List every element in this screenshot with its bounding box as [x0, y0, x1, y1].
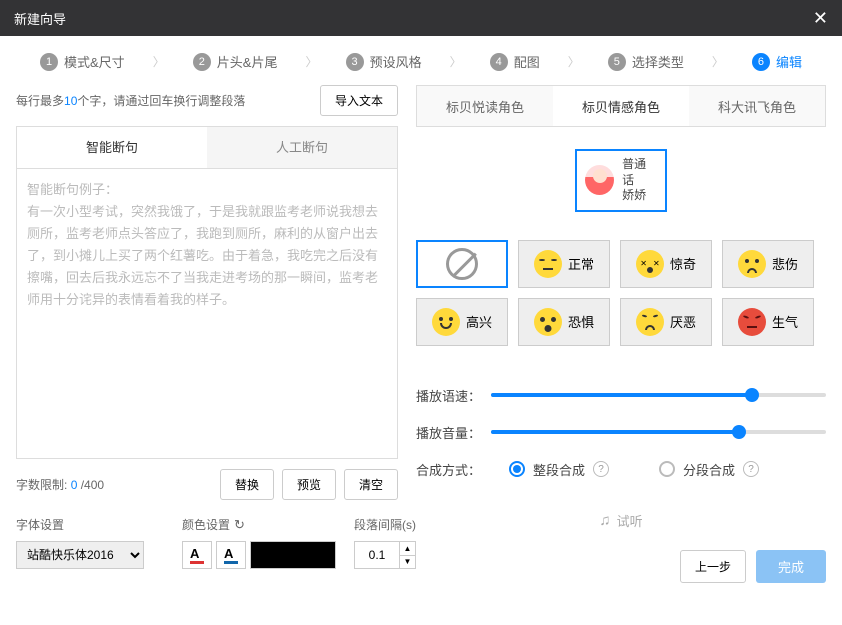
disgust-face-icon [636, 308, 664, 336]
import-text-button[interactable]: 导入文本 [320, 85, 398, 116]
step-2[interactable]: 2片头&片尾 [193, 52, 278, 71]
tab-manual-split[interactable]: 人工断句 [207, 127, 397, 168]
step-6[interactable]: 6编辑 [752, 52, 802, 71]
text-color-button-2[interactable]: A [216, 541, 246, 569]
angry-face-icon [738, 308, 766, 336]
emotion-sad[interactable]: 悲伤 [722, 240, 814, 288]
window-title: 新建向导 [14, 9, 66, 28]
emotion-surprise[interactable]: ✕✕惊奇 [620, 240, 712, 288]
volume-label: 播放音量： [416, 423, 481, 442]
voice-card-jiaojiao[interactable]: 普通话 娇娇 [575, 149, 667, 212]
spinner-down[interactable]: ▼ [400, 556, 415, 569]
step-1[interactable]: 1模式&尺寸 [40, 52, 125, 71]
clear-button[interactable]: 清空 [344, 469, 398, 500]
radio-icon [659, 461, 675, 477]
font-select[interactable]: 站酷快乐体2016 [16, 541, 144, 569]
tab-biaobei-emotion[interactable]: 标贝情感角色 [553, 86, 689, 126]
emotion-grid: 正常 ✕✕惊奇 悲伤 高兴 恐惧 厌恶 生气 [416, 240, 826, 346]
spinner-up[interactable]: ▲ [400, 542, 415, 556]
tab-iflytek[interactable]: 科大讯飞角色 [689, 86, 825, 126]
chevron-right-icon: 〉 [712, 53, 724, 70]
sad-face-icon [738, 250, 766, 278]
emotion-none[interactable] [416, 240, 508, 288]
radio-split-synth[interactable]: 分段合成? [659, 460, 759, 479]
surprise-face-icon: ✕✕ [636, 250, 664, 278]
paragraph-interval-label: 段落间隔(s) [354, 516, 416, 533]
speed-label: 播放语速： [416, 386, 481, 405]
wizard-steps: 1模式&尺寸 〉 2片头&片尾 〉 3预设风格 〉 4配图 〉 5选择类型 〉 6编辑 [0, 36, 842, 85]
emotion-normal[interactable]: 正常 [518, 240, 610, 288]
segmentation-tabs: 智能断句 人工断句 [16, 126, 398, 169]
preview-button[interactable]: 预览 [282, 469, 336, 500]
happy-face-icon [432, 308, 460, 336]
tab-smart-split[interactable]: 智能断句 [17, 127, 207, 168]
refresh-icon[interactable]: ↻ [234, 517, 245, 533]
step-5[interactable]: 5选择类型 [608, 52, 684, 71]
help-icon[interactable]: ? [593, 461, 609, 477]
finish-button[interactable]: 完成 [756, 550, 826, 583]
font-setting-label: 字体设置 [16, 516, 164, 533]
titlebar: 新建向导 ✕ [0, 0, 842, 36]
headphone-icon: ♫ [599, 512, 610, 529]
text-color-button[interactable]: A [182, 541, 212, 569]
text-input-area[interactable]: 智能断句例子： 有一次小型考试，突然我饿了，于是我就跟监考老师说我想去厕所，监考… [16, 169, 398, 459]
emotion-disgust[interactable]: 厌恶 [620, 298, 712, 346]
replace-button[interactable]: 替换 [220, 469, 274, 500]
emotion-happy[interactable]: 高兴 [416, 298, 508, 346]
step-4[interactable]: 4配图 [490, 52, 540, 71]
radio-icon [509, 461, 525, 477]
chevron-right-icon: 〉 [568, 53, 580, 70]
color-setting-label: 颜色设置 ↻ [182, 516, 336, 533]
synth-label: 合成方式： [416, 460, 481, 479]
emotion-fear[interactable]: 恐惧 [518, 298, 610, 346]
close-icon[interactable]: ✕ [813, 8, 828, 29]
chevron-right-icon: 〉 [306, 53, 318, 70]
step-3[interactable]: 3预设风格 [346, 52, 422, 71]
volume-slider[interactable] [491, 430, 826, 434]
speed-slider[interactable] [491, 393, 826, 397]
tab-biaobei-read[interactable]: 标贝悦读角色 [417, 86, 553, 126]
voice-name: 普通话 娇娇 [622, 157, 657, 204]
radio-whole-synth[interactable]: 整段合成? [509, 460, 609, 479]
char-count: 字数限制: 0 /400 [16, 476, 104, 493]
chevron-right-icon: 〉 [450, 53, 462, 70]
help-icon[interactable]: ? [743, 461, 759, 477]
neutral-face-icon [534, 250, 562, 278]
emotion-angry[interactable]: 生气 [722, 298, 814, 346]
paragraph-interval-spinner[interactable]: 0.1 ▲▼ [354, 541, 416, 569]
avatar [585, 165, 614, 195]
color-swatch[interactable] [250, 541, 336, 569]
prev-step-button[interactable]: 上一步 [680, 550, 746, 583]
chevron-right-icon: 〉 [153, 53, 165, 70]
import-hint: 每行最多10个字，请通过回车换行调整段落 [16, 92, 245, 109]
listen-button[interactable]: ♫试听 [416, 501, 826, 550]
voice-provider-tabs: 标贝悦读角色 标贝情感角色 科大讯飞角色 [416, 85, 826, 127]
fear-face-icon [534, 308, 562, 336]
none-icon [446, 248, 478, 280]
placeholder-text: 智能断句例子： 有一次小型考试，突然我饿了，于是我就跟监考老师说我想去厕所，监考… [27, 179, 387, 312]
